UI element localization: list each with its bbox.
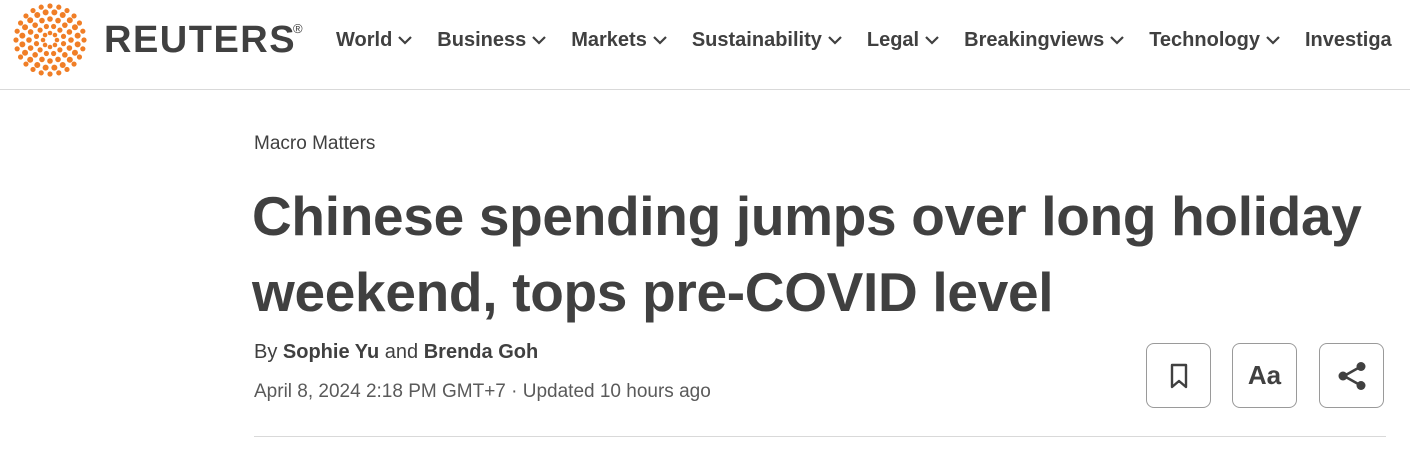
nav-item-label: Markets <box>571 28 647 51</box>
nav-item-label: World <box>336 28 393 51</box>
logo-wordmark: REUTERS <box>104 19 297 61</box>
chevron-down-icon <box>398 36 413 45</box>
nav-item-label: Breakingviews <box>964 28 1105 51</box>
nav-item-investigations[interactable]: Investiga <box>1305 26 1392 54</box>
text-size-button[interactable]: Aa <box>1232 343 1297 408</box>
chevron-down-icon <box>1110 36 1124 45</box>
nav-item-label: Sustainability <box>691 28 822 51</box>
registered-mark: ® <box>293 21 303 36</box>
byline-prefix: By <box>254 341 278 363</box>
author-link[interactable]: Sophie Yu <box>283 341 379 363</box>
author-link[interactable]: Brenda Goh <box>424 341 538 363</box>
nav-item-label: Business <box>437 28 527 51</box>
nav-item-sustainability[interactable]: Sustainability <box>692 26 843 54</box>
byline-conjunction: and <box>384 341 419 363</box>
nav-item-legal[interactable]: Legal <box>867 26 940 54</box>
chevron-down-icon <box>532 36 547 45</box>
nav-item-markets[interactable]: Markets <box>571 26 668 54</box>
chevron-down-icon <box>653 36 667 45</box>
article-kicker[interactable]: Macro Matters <box>254 133 375 155</box>
share-button[interactable] <box>1319 343 1384 408</box>
divider <box>254 436 1386 437</box>
save-article-button[interactable] <box>1146 343 1211 408</box>
nav-item-label: Legal <box>866 28 920 51</box>
nav-item-business[interactable]: Business <box>437 26 547 54</box>
byline: By Sophie Yu and Brenda Goh <box>254 341 538 364</box>
site-header: REUTERS ® World Business Markets Sustain… <box>0 0 1410 90</box>
reuters-logo-mark <box>13 3 87 77</box>
chevron-down-icon <box>1266 36 1280 45</box>
chevron-down-icon <box>828 36 842 45</box>
text-size-label: Aa <box>1247 360 1282 390</box>
nav-item-breakingviews[interactable]: Breakingviews <box>964 26 1125 54</box>
nav-item-label: Investiga <box>1304 28 1392 51</box>
chevron-down-icon <box>925 36 939 45</box>
nav-item-label: Technology <box>1149 28 1260 51</box>
bookmark-icon <box>1170 363 1187 388</box>
share-icon <box>1338 361 1365 390</box>
reuters-logo[interactable]: REUTERS ® <box>12 3 312 77</box>
nav-item-technology[interactable]: Technology <box>1149 26 1281 54</box>
article-headline: Chinese spending jumps over long holiday… <box>252 185 1362 323</box>
article-dateline: April 8, 2024 2:18 PM GMT+7 · Updated 10… <box>254 381 711 402</box>
main-nav: World Business Markets Sustainability Le… <box>336 26 1392 54</box>
nav-item-world[interactable]: World <box>336 26 413 54</box>
